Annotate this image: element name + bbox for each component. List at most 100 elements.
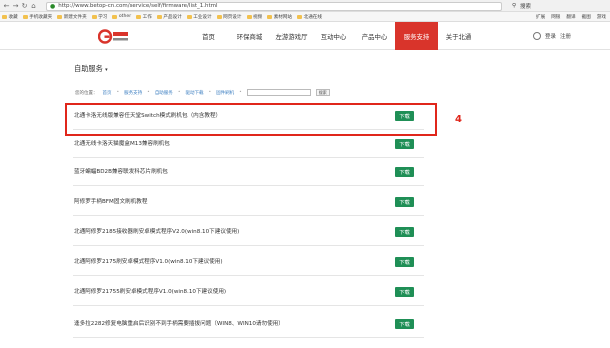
bookmark-item[interactable]: 学习 — [91, 14, 108, 20]
item-title[interactable]: 北通阿修罗21755刷安卓模式程序V1.0(win8.10下建议使用) — [74, 287, 226, 295]
url-text: http://www.betop-cn.com/service/self/fir… — [58, 3, 218, 9]
user-icon[interactable] — [533, 32, 541, 40]
nav-item[interactable]: 环保商城 — [229, 22, 270, 50]
breadcrumb-link[interactable]: 自助服务 — [155, 90, 173, 96]
folder-icon — [246, 14, 252, 19]
list-item: 北通阿修罗2175刷安卓模式程序V1.0(win8.10下建议使用) 下载 — [73, 250, 424, 276]
highlight-box — [65, 103, 437, 136]
folder-icon — [156, 14, 162, 19]
breadcrumb-link[interactable]: 服务支持 — [124, 90, 142, 96]
download-button[interactable]: 下载 — [395, 319, 414, 329]
home-icon[interactable]: ⌂ — [29, 1, 38, 10]
forward-icon[interactable]: → — [11, 1, 20, 10]
bookmark-label: 手机收藏夹 — [29, 14, 53, 20]
folder-icon — [91, 14, 97, 19]
item-title[interactable]: 北通阿修罗2185接收器刷安卓模式程序V2.0(win8.10下建议使用) — [74, 227, 239, 235]
bookmark-label: 新建文件夹 — [63, 14, 87, 20]
breadcrumb-separator: • — [147, 90, 150, 95]
breadcrumb-separator: • — [239, 90, 242, 95]
download-button[interactable]: 下载 — [395, 257, 414, 267]
toolbar-item[interactable]: 翻译 — [566, 14, 575, 20]
page-icon: ● — [50, 2, 56, 10]
item-title[interactable]: 蓝牙蝙蝠BD2B兼容联发科芯片刷机包 — [74, 167, 168, 175]
breadcrumb-separator: • — [116, 90, 120, 95]
item-title[interactable]: 阿修罗手柄BFM固文刷机教程 — [74, 197, 147, 205]
main-nav: 首页 环保商城 左游游戏厅 互动中心 产品中心 服务支持 关于北通 — [188, 22, 479, 50]
folder-icon — [136, 14, 142, 19]
breadcrumb-link[interactable]: 驱动下载 — [185, 90, 203, 96]
bookmark-item[interactable]: 北通在线 — [297, 14, 322, 20]
nav-item[interactable]: 服务支持 — [395, 22, 438, 50]
folder-icon — [2, 14, 7, 19]
search-input[interactable] — [246, 89, 311, 96]
bookmark-item[interactable]: 产品设计 — [156, 14, 182, 20]
download-button[interactable]: 下载 — [395, 167, 414, 177]
bookmark-item[interactable]: 手机收藏夹 — [22, 14, 53, 20]
nav-item[interactable]: 左游游戏厅 — [270, 22, 313, 50]
user-area: 登录 注册 — [533, 32, 571, 40]
item-title[interactable]: 逢多拉2282修复电脑重启后识别不到手柄需要插拔问题（WIN8、WIN10请勿使… — [74, 319, 284, 327]
bookmarks-bar: 收藏 手机收藏夹 新建文件夹 学习 other 工作 产品设计 工业设计 网页设计 视频 素材网站 北… — [0, 12, 610, 22]
bookmark-item[interactable]: 视频 — [246, 14, 263, 20]
folder-icon — [297, 14, 303, 19]
section-title-text: 自助服务 — [74, 64, 103, 73]
nav-item[interactable]: 产品中心 — [354, 22, 395, 50]
item-title[interactable]: 北通阿修罗2175刷安卓模式程序V1.0(win8.10下建议使用) — [74, 257, 223, 265]
breadcrumb-separator: • — [208, 90, 212, 95]
folder-icon — [57, 14, 63, 19]
section-title: 自助服务 ▾ — [74, 64, 108, 74]
toolbar-item[interactable]: 游戏 — [597, 14, 606, 20]
folder-icon — [22, 14, 28, 19]
breadcrumb-prefix: 您的位置： — [75, 90, 98, 96]
download-button[interactable]: 下载 — [395, 139, 414, 149]
bookmark-label: 工作 — [142, 14, 152, 20]
bookmark-item[interactable]: 工业设计 — [186, 14, 212, 20]
list-item: 逢多拉2282修复电脑重启后识别不到手柄需要插拔问题（WIN8、WIN10请勿使… — [73, 312, 424, 338]
list-item: 阿修罗手柄BFM固文刷机教程 下载 — [73, 190, 424, 216]
breadcrumb: 您的位置： 首页 • 服务支持 • 自助服务 • 驱动下载 • 固件刷机 • 搜索 — [75, 89, 330, 96]
search-label[interactable]: 搜索 — [520, 2, 531, 10]
betop-logo[interactable] — [98, 28, 130, 45]
refresh-icon[interactable]: ↻ — [20, 1, 29, 10]
nav-item[interactable]: 互动中心 — [313, 22, 354, 50]
toolbar-item[interactable]: 网银 — [551, 14, 560, 20]
folder-icon — [216, 14, 222, 19]
login-link[interactable]: 登录 — [545, 32, 556, 40]
list-item: 北通阿修罗2185接收器刷安卓模式程序V2.0(win8.10下建议使用) 下载 — [73, 220, 424, 246]
search-icon[interactable]: ⚲ — [512, 3, 516, 9]
download-button[interactable]: 下载 — [395, 227, 414, 237]
item-title[interactable]: 北通无线卡洛天猫魔盒M13兼容刷机包 — [74, 139, 170, 147]
breadcrumb-link[interactable]: 固件刷机 — [216, 90, 234, 96]
site-header: 首页 环保商城 左游游戏厅 互动中心 产品中心 服务支持 关于北通 登录 注册 — [0, 22, 610, 50]
list-item: 蓝牙蝙蝠BD2B兼容联发科芯片刷机包 下载 — [73, 160, 424, 186]
download-button[interactable]: 下载 — [395, 197, 414, 207]
bookmark-label: other — [118, 14, 132, 19]
breadcrumb-link[interactable]: 首页 — [103, 90, 112, 96]
breadcrumb-separator: • — [177, 90, 181, 95]
bookmark-label: 学习 — [98, 14, 108, 20]
folder-icon — [112, 14, 118, 19]
bookmark-item[interactable]: other — [112, 14, 131, 19]
bookmark-label: 网页设计 — [223, 14, 242, 20]
url-input[interactable]: ● http://www.betop-cn.com/service/self/f… — [46, 1, 502, 11]
bookmark-item[interactable]: 工作 — [136, 14, 152, 20]
search-button[interactable]: 搜索 — [315, 89, 330, 96]
bookmark-item[interactable]: 收藏 — [2, 14, 18, 20]
toolbar-item[interactable]: 截图 — [582, 14, 591, 20]
register-link[interactable]: 注册 — [560, 32, 571, 40]
nav-item[interactable]: 关于北通 — [438, 22, 479, 50]
folder-icon — [267, 14, 273, 19]
nav-item[interactable]: 首页 — [188, 22, 229, 50]
bookmark-item[interactable]: 素材网站 — [267, 14, 292, 20]
annotation-number: 4 — [455, 114, 462, 125]
bookmark-item[interactable]: 新建文件夹 — [57, 14, 87, 20]
bookmark-label: 工业设计 — [193, 14, 212, 20]
bookmarks-right: 扩展 网银 翻译 截图 游戏 — [536, 12, 606, 22]
bookmark-label: 素材网站 — [273, 14, 293, 20]
bookmark-label: 产品设计 — [163, 14, 182, 20]
toolbar-item[interactable]: 扩展 — [536, 14, 545, 20]
bookmark-item[interactable]: 网页设计 — [216, 14, 242, 20]
back-icon[interactable]: ← — [2, 1, 11, 10]
bookmark-label: 视频 — [253, 14, 263, 20]
download-button[interactable]: 下载 — [395, 287, 414, 297]
